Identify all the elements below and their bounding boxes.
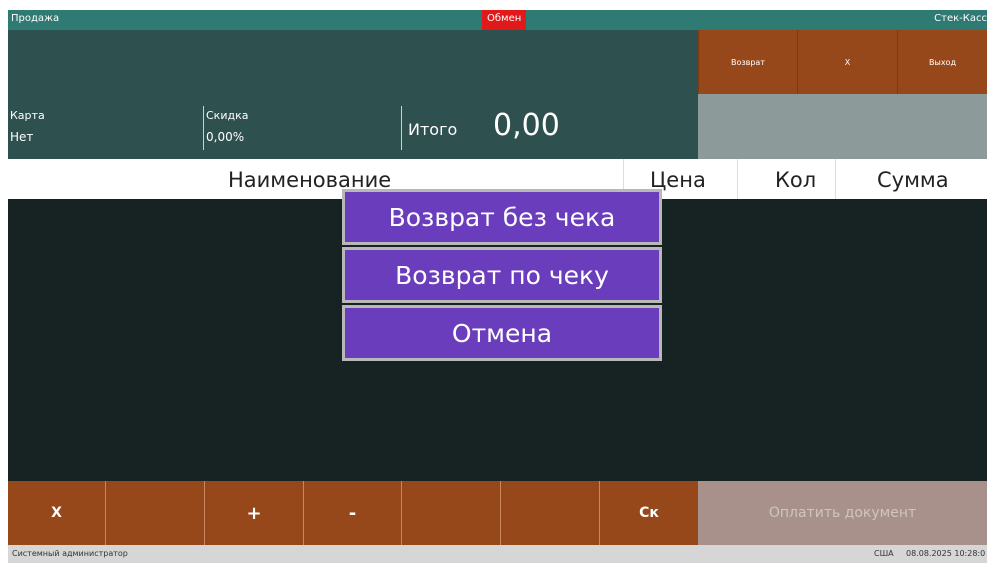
- divider: [203, 106, 204, 150]
- discount-button[interactable]: Ск: [600, 481, 698, 545]
- discount-value: 0,00%: [206, 130, 245, 144]
- mode-label-sale: Продажа: [11, 13, 60, 24]
- exit-button[interactable]: Выход: [897, 30, 987, 94]
- divider: [401, 106, 402, 150]
- title-bar: Продажа Обмен Стек-Касс: [8, 10, 987, 30]
- discount-label: Скидка: [206, 109, 249, 122]
- column-header-sum[interactable]: Сумма: [877, 168, 949, 192]
- card-label: Карта: [10, 109, 45, 122]
- column-separator: [835, 159, 836, 199]
- card-value: Нет: [10, 130, 34, 144]
- bottom-x-button[interactable]: X: [8, 481, 106, 545]
- bottom-button-2[interactable]: [106, 481, 205, 545]
- status-bar: Системный администратор США 08.08.2025 1…: [8, 545, 987, 563]
- return-button[interactable]: Возврат: [698, 30, 797, 94]
- info-panel: Карта Нет Скидка 0,00% Итого 0,00: [8, 94, 698, 159]
- current-user: Системный администратор: [12, 549, 128, 558]
- total-value: 0,00: [493, 108, 560, 143]
- region-indicator: США: [874, 549, 894, 558]
- decrease-button[interactable]: -: [304, 481, 402, 545]
- pay-document-button[interactable]: Оплатить документ: [698, 481, 987, 545]
- bottom-button-5[interactable]: [402, 481, 501, 545]
- datetime: 08.08.2025 10:28:0: [906, 549, 986, 558]
- app-name: Стек-Касс: [934, 13, 987, 24]
- increase-button[interactable]: +: [205, 481, 304, 545]
- return-without-receipt-button[interactable]: Возврат без чека: [342, 189, 662, 245]
- top-panel: [8, 30, 698, 94]
- cancel-button[interactable]: Отмена: [342, 305, 662, 361]
- x-report-button[interactable]: X: [797, 30, 897, 94]
- mode-badge-exchange: Обмен: [482, 10, 527, 30]
- column-header-qty[interactable]: Кол: [775, 168, 816, 192]
- column-separator: [737, 159, 738, 199]
- return-with-receipt-button[interactable]: Возврат по чеку: [342, 247, 662, 303]
- info-panel-right: [698, 94, 987, 159]
- bottom-button-6[interactable]: [501, 481, 600, 545]
- total-label: Итого: [408, 120, 458, 139]
